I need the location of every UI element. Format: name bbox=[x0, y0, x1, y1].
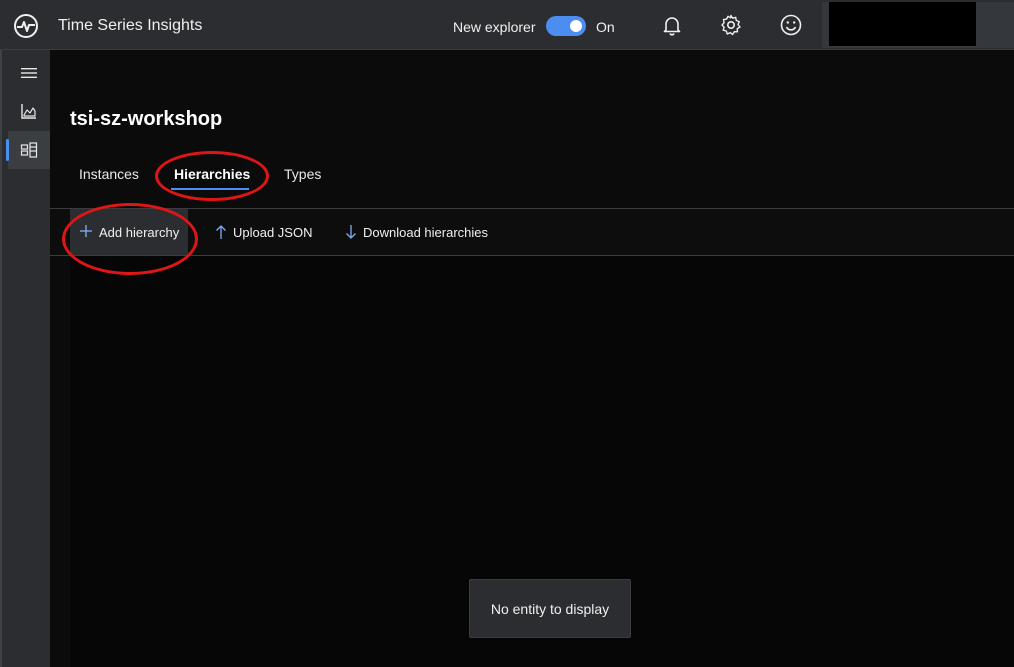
tab-types[interactable]: Types bbox=[284, 166, 321, 182]
tab-hierarchies[interactable]: Hierarchies bbox=[174, 166, 250, 182]
selected-tab-indicator bbox=[171, 188, 249, 190]
upload-arrow-icon bbox=[216, 225, 226, 239]
rail-model-button[interactable] bbox=[6, 131, 50, 169]
hierarchies-toolbar: Add hierarchy Upload JSON Download hiera… bbox=[50, 208, 1014, 256]
tsi-logo-icon[interactable] bbox=[12, 12, 40, 40]
gear-icon[interactable] bbox=[719, 13, 743, 37]
tsi-window: Time Series Insights New explorer On tsi… bbox=[0, 0, 1014, 667]
toggle-state-label: On bbox=[596, 19, 615, 35]
add-hierarchy-label: Add hierarchy bbox=[99, 225, 180, 240]
model-icon bbox=[20, 142, 38, 158]
rail-menu-button[interactable] bbox=[8, 54, 50, 92]
add-hierarchy-button[interactable]: Add hierarchy bbox=[70, 209, 188, 255]
download-arrow-icon bbox=[346, 225, 356, 239]
tab-instances[interactable]: Instances bbox=[79, 166, 139, 182]
new-explorer-label: New explorer bbox=[453, 19, 536, 35]
download-hierarchies-button[interactable]: Download hierarchies bbox=[338, 209, 498, 255]
app-title[interactable]: Time Series Insights bbox=[58, 17, 202, 35]
left-navigation-rail bbox=[0, 50, 50, 667]
bell-icon[interactable] bbox=[660, 13, 684, 37]
account-redacted-block bbox=[829, 2, 976, 46]
upload-json-button[interactable]: Upload JSON bbox=[208, 209, 318, 255]
upload-json-label: Upload JSON bbox=[233, 225, 313, 240]
top-header-bar: Time Series Insights New explorer On bbox=[0, 0, 1014, 50]
empty-state-message: No entity to display bbox=[469, 579, 631, 638]
environment-title: tsi-sz-workshop bbox=[70, 108, 223, 130]
plus-icon bbox=[80, 225, 92, 237]
new-explorer-toggle[interactable] bbox=[546, 16, 586, 36]
rail-analyze-button[interactable] bbox=[8, 92, 50, 130]
hamburger-menu-icon bbox=[21, 68, 37, 78]
feedback-smiley-icon[interactable] bbox=[779, 13, 803, 37]
analyze-chart-icon bbox=[21, 104, 36, 119]
download-hierarchies-label: Download hierarchies bbox=[363, 225, 489, 240]
rail-active-indicator bbox=[6, 139, 9, 161]
